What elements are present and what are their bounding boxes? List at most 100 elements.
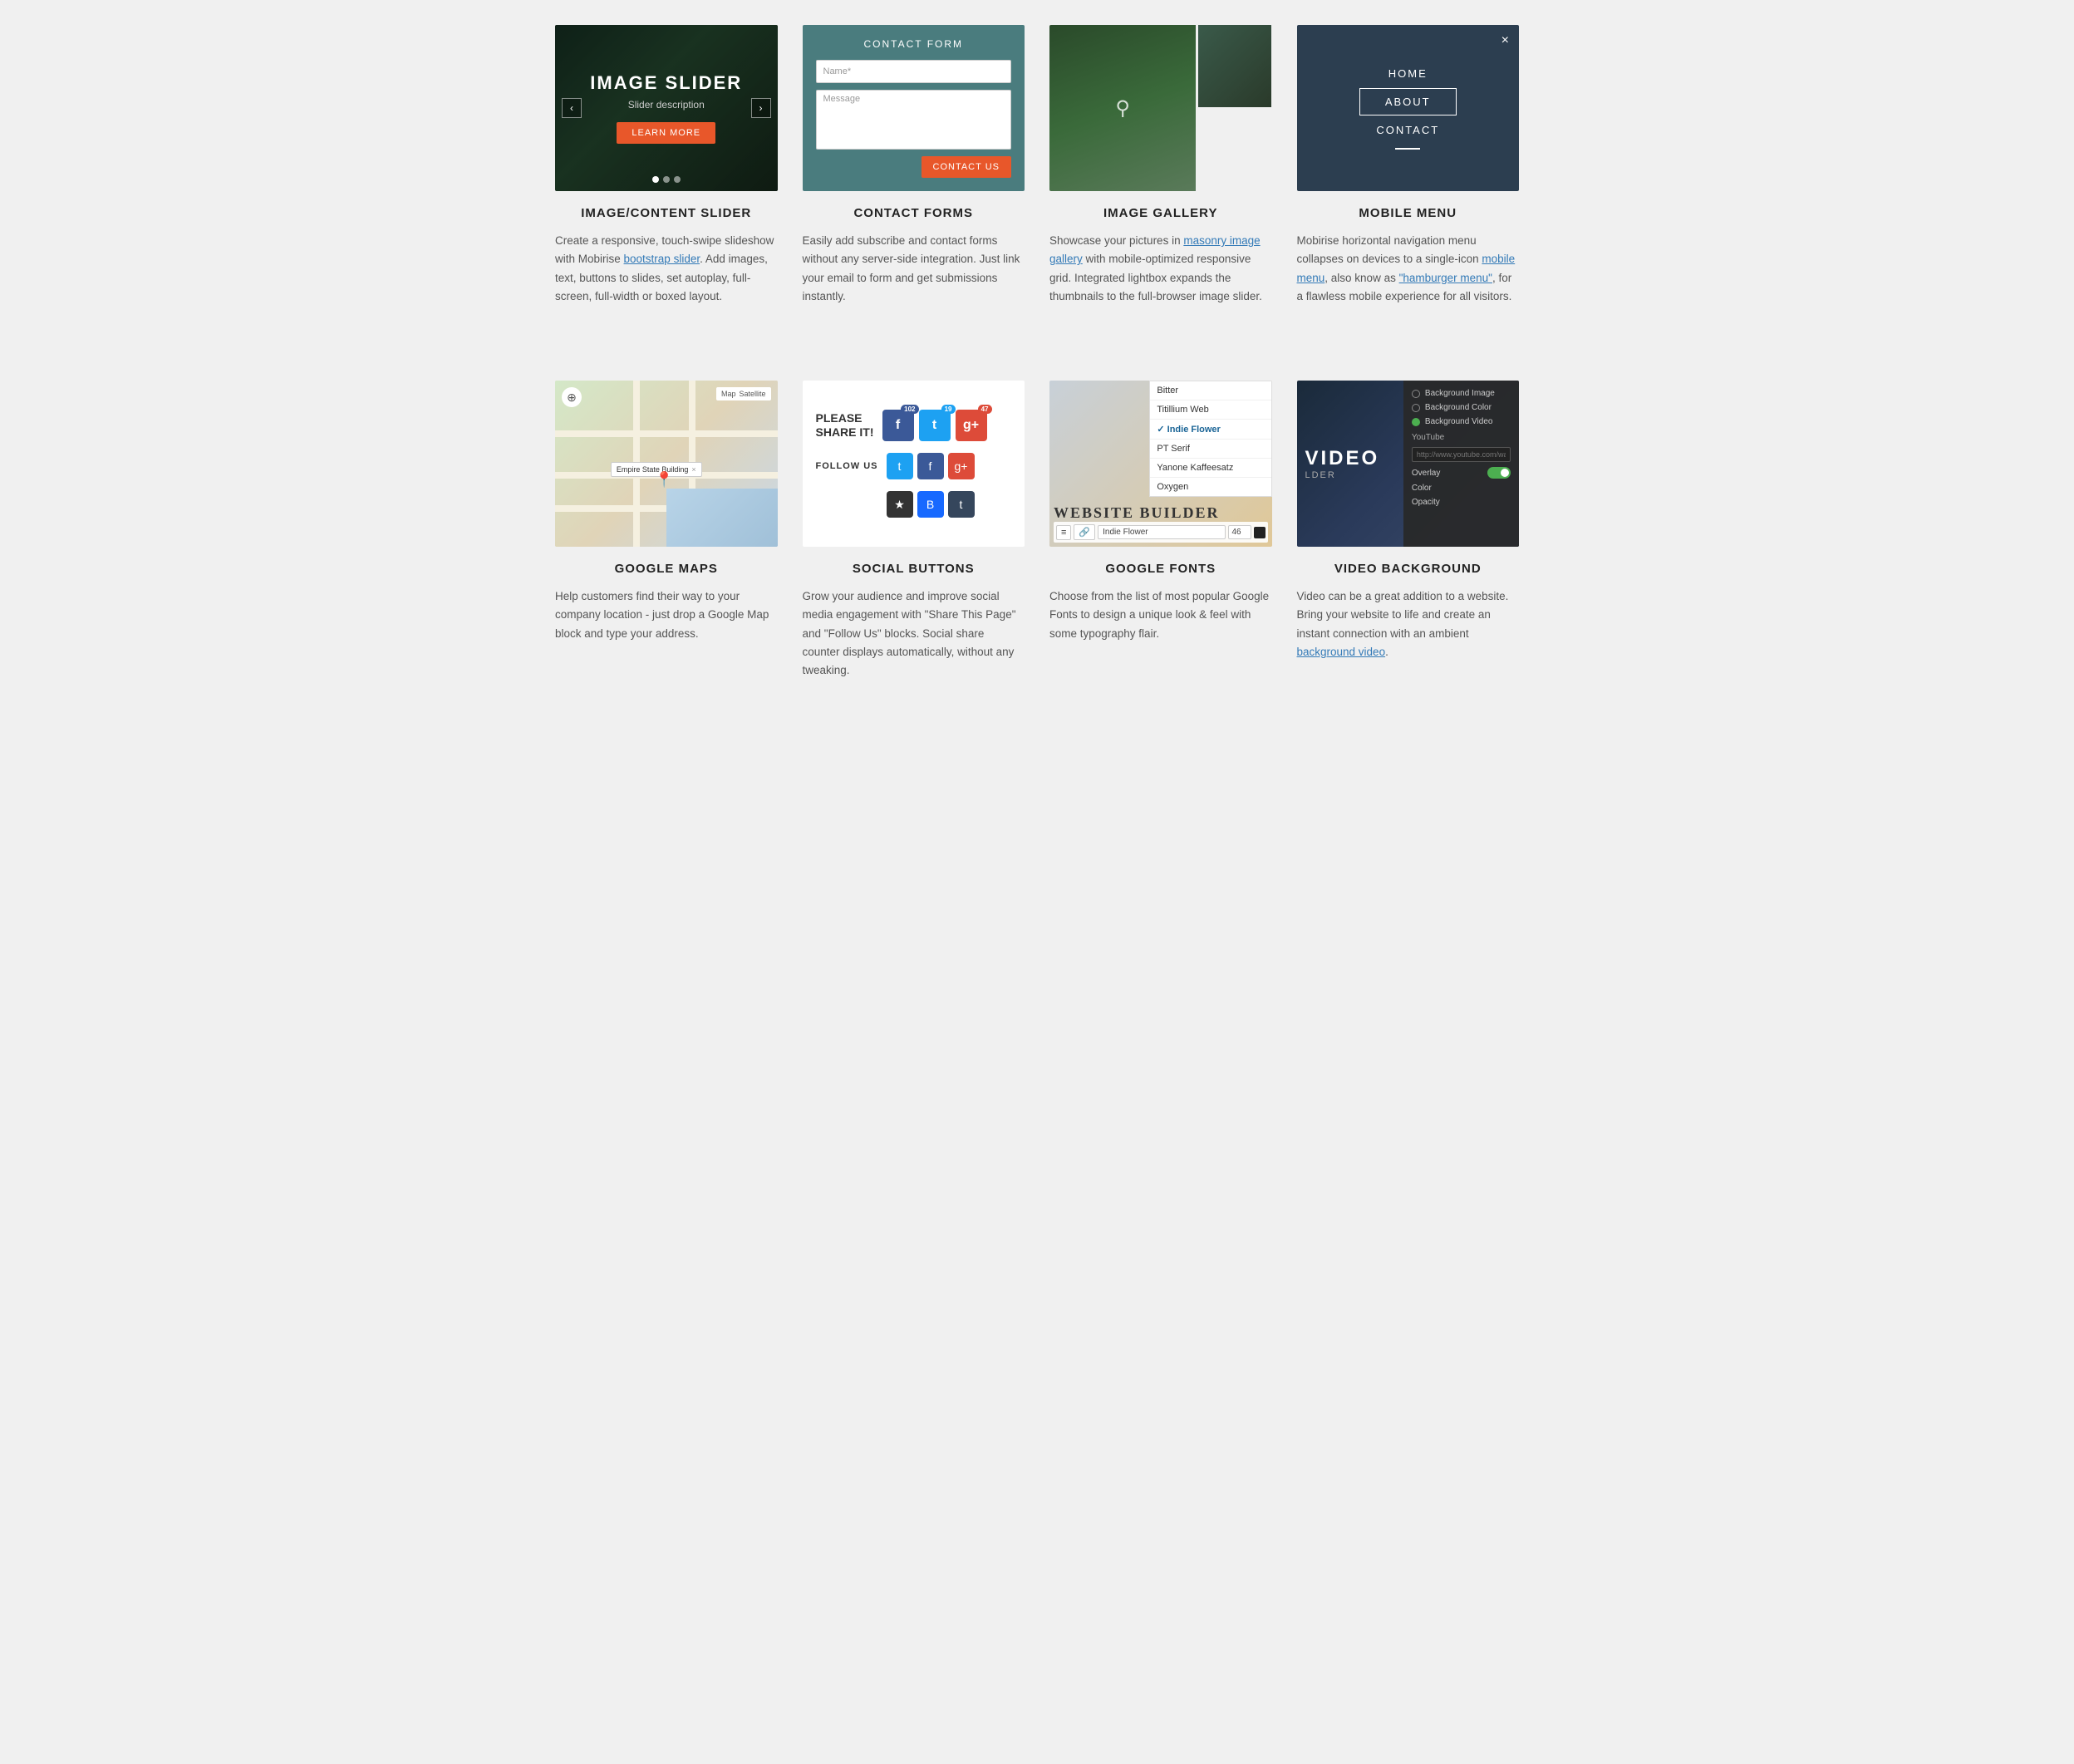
panel-overlay-toggle[interactable] [1487, 467, 1511, 479]
fonts-size-input[interactable]: 46 [1228, 525, 1251, 539]
facebook-follow-icon[interactable]: f [917, 453, 944, 479]
twitter-count-badge: 19 [941, 405, 956, 414]
contact-forms-card-title: CONTACT FORMS [803, 206, 1025, 220]
slider-nav-left[interactable]: ‹ [562, 98, 582, 118]
slider-dot-3[interactable] [674, 176, 681, 183]
fonts-link-btn[interactable]: 🔗 [1074, 524, 1095, 540]
video-desc-text2: . [1385, 646, 1388, 658]
fonts-item-titillium[interactable]: Titillium Web [1150, 400, 1270, 420]
panel-row-bg-video: Background Video [1412, 417, 1511, 426]
fonts-item-oxygen[interactable]: Oxygen [1150, 478, 1270, 496]
card-google-maps: Map Satellite ⊕ Empire State Building × … [555, 381, 778, 680]
card-image-slider: ‹ IMAGE SLIDER Slider description LEARN … [555, 25, 778, 306]
facebook-share-icon[interactable]: f 102 [882, 410, 914, 441]
behance-follow-icon[interactable]: B [917, 491, 944, 518]
video-link1[interactable]: background video [1297, 646, 1386, 658]
card-contact-forms: CONTACT FORM Name* Message CONTACT US CO… [803, 25, 1025, 306]
slider-link1[interactable]: bootstrap slider [624, 253, 700, 265]
form-name-input[interactable]: Name* [816, 60, 1012, 83]
contact-form-title-bar: CONTACT FORM [816, 38, 1012, 50]
googleplus-icon-letter: g+ [963, 418, 979, 433]
panel-row-color: Color [1412, 484, 1511, 493]
panel-radio-bg-video[interactable] [1412, 418, 1420, 426]
form-submit-button[interactable]: CONTACT US [922, 156, 1012, 178]
fonts-color-picker[interactable] [1254, 527, 1266, 538]
google-fonts-card-desc: Choose from the list of most popular Goo… [1049, 587, 1272, 643]
panel-row-bg-color: Background Color [1412, 403, 1511, 412]
mobile-menu-link2[interactable]: "hamburger menu" [1399, 272, 1492, 284]
mobile-menu-close-icon[interactable]: × [1501, 33, 1509, 48]
twitter-follow-icon[interactable]: t [887, 453, 913, 479]
tumblr-follow-icon[interactable]: t [948, 491, 975, 518]
slider-dot-2[interactable] [663, 176, 670, 183]
fonts-item-yanone[interactable]: Yanone Kaffeesatz [1150, 459, 1270, 478]
video-desc-text1: Video can be a great addition to a websi… [1297, 590, 1509, 640]
map-background: Map Satellite ⊕ Empire State Building × … [555, 381, 778, 547]
fonts-item-bitter[interactable]: Bitter [1150, 381, 1270, 400]
feature-grid-row1: ‹ IMAGE SLIDER Slider description LEARN … [555, 25, 1519, 306]
video-text-overlay: VIDEO LDER [1305, 447, 1380, 480]
panel-row-overlay: Overlay [1412, 467, 1511, 479]
map-water [666, 489, 778, 547]
fonts-align-left-btn[interactable]: ≡ [1056, 525, 1071, 540]
follow-icons-row: t f g+ [887, 453, 975, 479]
panel-row-opacity: Opacity [1412, 498, 1511, 507]
map-controls[interactable]: Map Satellite [716, 387, 771, 400]
map-label-close-icon[interactable]: × [691, 465, 695, 474]
feature-grid-row2: Map Satellite ⊕ Empire State Building × … [555, 381, 1519, 680]
video-big-text: VIDEO [1305, 447, 1380, 470]
social-share-icons: f 102 t 19 g+ 47 [882, 410, 987, 441]
map-road-h1 [555, 430, 778, 437]
map-control-map[interactable]: Map [721, 390, 736, 398]
fonts-preview-bg: WEBSITE BUILDER Bitter Titillium Web ✓ I… [1049, 381, 1272, 547]
panel-row-bg-image: Background Image [1412, 389, 1511, 398]
slider-description: Slider description [628, 99, 705, 111]
mobile-menu-preview-image: × HOME ABOUT CONTACT [1297, 25, 1520, 191]
google-maps-card-desc: Help customers find their way to your co… [555, 587, 778, 643]
mobile-menu-card-desc: Mobirise horizontal navigation menu coll… [1297, 232, 1520, 306]
fonts-preview-image: WEBSITE BUILDER Bitter Titillium Web ✓ I… [1049, 381, 1272, 547]
mobile-menu-contact-item[interactable]: CONTACT [1376, 124, 1439, 136]
panel-radio-bg-color[interactable] [1412, 404, 1420, 412]
gallery-search-icon: ⚲ [1115, 96, 1130, 120]
map-control-satellite[interactable]: Satellite [739, 390, 765, 398]
maps-preview-bg: Map Satellite ⊕ Empire State Building × … [555, 381, 778, 547]
googleplus-follow-icon[interactable]: g+ [948, 453, 975, 479]
panel-youtube-input[interactable] [1412, 447, 1511, 462]
panel-label-bg-image: Background Image [1425, 389, 1495, 398]
mobile-menu-preview-bg: × HOME ABOUT CONTACT [1297, 25, 1520, 191]
image-gallery-card-desc: Showcase your pictures in masonry image … [1049, 232, 1272, 306]
form-message-textarea[interactable]: Message [816, 90, 1012, 150]
video-sub-text: LDER [1305, 470, 1380, 480]
map-nav-icon[interactable]: ⊕ [562, 387, 582, 407]
fonts-item-pt-serif[interactable]: PT Serif [1150, 440, 1270, 459]
follow-us-text: FOLLOW US [816, 461, 878, 471]
social-buttons-card-title: SOCIAL BUTTONS [803, 562, 1025, 576]
github-follow-icon[interactable]: ★ [887, 491, 913, 518]
social-follow-row: FOLLOW US t f g+ [816, 453, 1012, 479]
panel-label-bg-video: Background Video [1425, 417, 1493, 426]
slider-dots [652, 176, 681, 183]
panel-radio-bg-image[interactable] [1412, 390, 1420, 398]
slider-learn-more-button[interactable]: LEARN MORE [617, 122, 715, 144]
mobile-menu-divider [1395, 148, 1420, 150]
mobile-menu-about-item[interactable]: ABOUT [1359, 88, 1457, 115]
fonts-big-text: WEBSITE BUILDER [1054, 504, 1268, 522]
social-extra-icons-row: FOLLOW US ★ B t [816, 491, 1012, 518]
facebook-count-badge: 102 [901, 405, 918, 414]
slider-nav-right[interactable]: › [751, 98, 771, 118]
panel-youtube-label: YouTube [1412, 433, 1511, 442]
fonts-item-indie[interactable]: ✓ Indie Flower [1150, 420, 1270, 440]
map-pin-icon: 📍 [655, 471, 673, 489]
fonts-font-selector[interactable]: Indie Flower [1098, 525, 1225, 539]
panel-overlay-label: Overlay [1412, 469, 1440, 478]
video-settings-panel: Background Image Background Color Backgr… [1403, 381, 1519, 547]
googleplus-share-icon[interactable]: g+ 47 [956, 410, 987, 441]
contact-form-preview-image: CONTACT FORM Name* Message CONTACT US [803, 25, 1025, 191]
mobile-menu-home-item[interactable]: HOME [1388, 67, 1428, 80]
slider-dot-1[interactable] [652, 176, 659, 183]
gallery-preview-grid: ⚲ [1049, 25, 1272, 191]
card-social-buttons: PLEASESHARE IT! f 102 t 19 g+ [803, 381, 1025, 680]
twitter-share-icon[interactable]: t 19 [919, 410, 951, 441]
mobile-menu-card-title: MOBILE MENU [1297, 206, 1520, 220]
